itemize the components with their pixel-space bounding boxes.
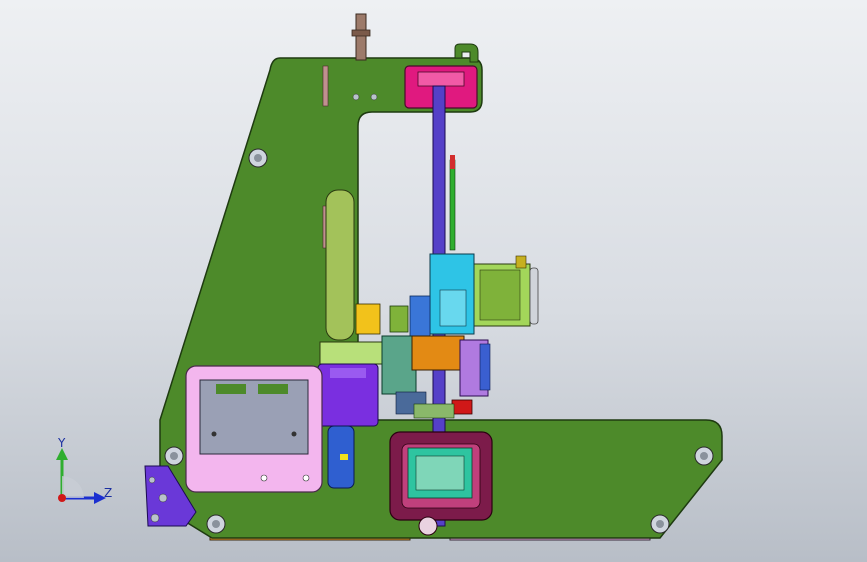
filament-guide	[449, 159, 456, 251]
z-motor-bolt	[418, 516, 438, 536]
spool-shaft-collar	[351, 29, 371, 37]
lcd-screw	[211, 431, 217, 437]
lcd-knob[interactable]	[260, 474, 268, 482]
x-carriage-nut[interactable]	[411, 335, 465, 371]
drive-coupler	[409, 295, 431, 337]
top-z-block-bearing	[417, 71, 465, 87]
lcd-connector-left	[216, 384, 246, 394]
power-block-top	[330, 368, 366, 378]
coordinate-triad: Y Z	[44, 436, 124, 510]
lcd-reset[interactable]	[302, 474, 310, 482]
spool-shaft	[355, 13, 367, 61]
drive-pulley	[389, 305, 409, 333]
y-axis-label: Y	[58, 436, 66, 450]
extruder-motor-face	[479, 269, 521, 321]
lcd-screw	[291, 431, 297, 437]
cad-viewport[interactable]: Y Z	[0, 0, 867, 562]
extruder-body-cover	[439, 289, 467, 327]
z-axis-label: Z	[104, 486, 113, 500]
filament-guide-tip	[450, 155, 455, 169]
fan-duct-indicator	[340, 454, 348, 460]
x-carriage-left	[381, 335, 417, 395]
extruder-gear	[529, 267, 539, 325]
heater-connector	[451, 399, 473, 415]
lcd-connector-right	[258, 384, 288, 394]
x-endstop-mount	[319, 341, 385, 365]
frame-slot-upper	[322, 65, 329, 107]
x-carriage-rail	[479, 343, 491, 391]
printer-assembly-model[interactable]	[0, 0, 867, 562]
extruder-motor-cap	[515, 255, 527, 269]
drive-gear	[355, 303, 381, 335]
belt-idler-column	[325, 189, 355, 341]
z-motor-face	[415, 455, 465, 491]
probe-bracket	[413, 403, 455, 419]
